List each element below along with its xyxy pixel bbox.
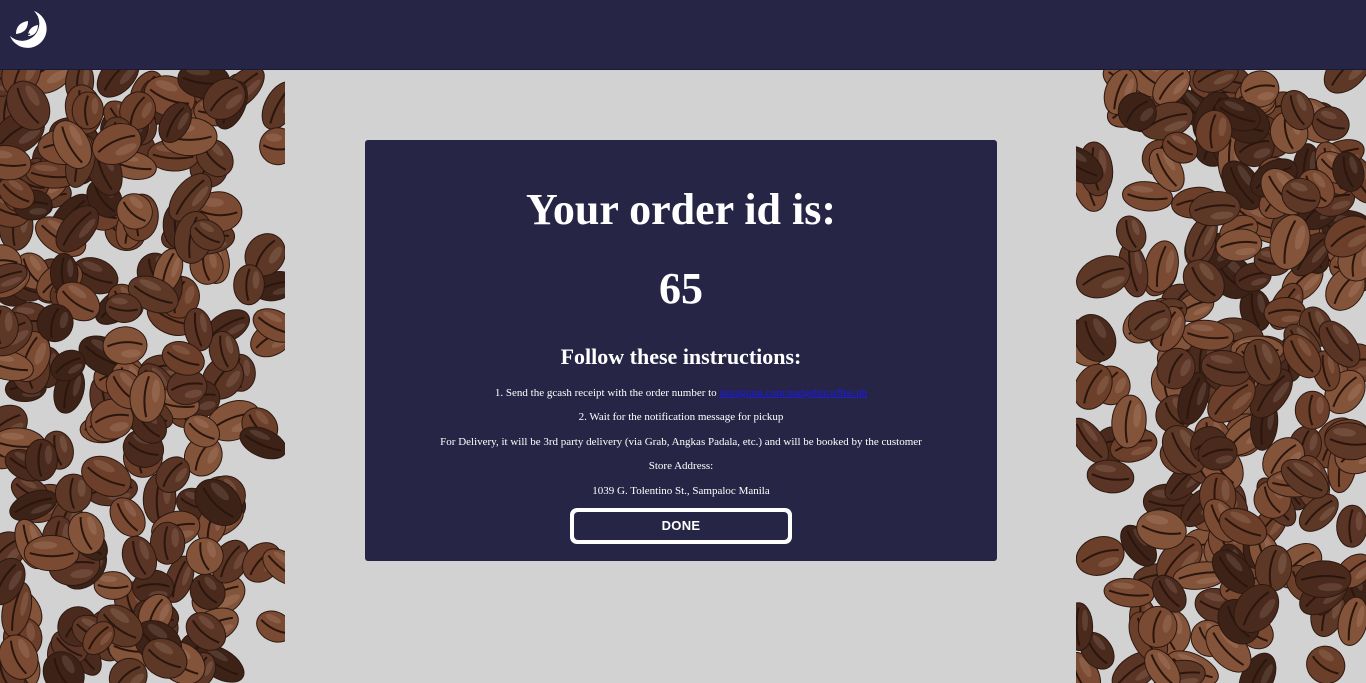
instagram-link[interactable]: instagram.com/nudgebitcoffee.ph bbox=[719, 387, 867, 399]
coffee-beans-right-image bbox=[1076, 70, 1366, 683]
delivery-note: For Delivery, it will be 3rd party deliv… bbox=[440, 436, 922, 448]
order-title: Your order id is: bbox=[525, 185, 837, 234]
order-confirmation-card: Your order id is: 65 Follow these instru… bbox=[365, 140, 997, 561]
coffee-background: Your order id is: 65 Follow these instru… bbox=[0, 70, 1366, 683]
instructions-heading: Follow these instructions: bbox=[560, 344, 802, 369]
leaf-moon-logo-icon[interactable] bbox=[6, 8, 48, 52]
order-id-value: 65 bbox=[659, 264, 703, 313]
store-address-label: Store Address: bbox=[648, 460, 714, 472]
instruction-step-1-text: 1. Send the gcash receipt with the order… bbox=[494, 387, 720, 399]
coffee-beans-left-image bbox=[0, 70, 285, 683]
top-navbar bbox=[0, 0, 1366, 70]
done-button-label: DONE bbox=[574, 512, 788, 540]
store-address: 1039 G. Tolentino St., Sampaloc Manila bbox=[592, 485, 770, 497]
done-button[interactable]: DONE bbox=[570, 508, 792, 544]
instruction-step-1: 1. Send the gcash receipt with the order… bbox=[365, 386, 997, 400]
instruction-step-2: 2. Wait for the notification message for… bbox=[578, 411, 784, 423]
